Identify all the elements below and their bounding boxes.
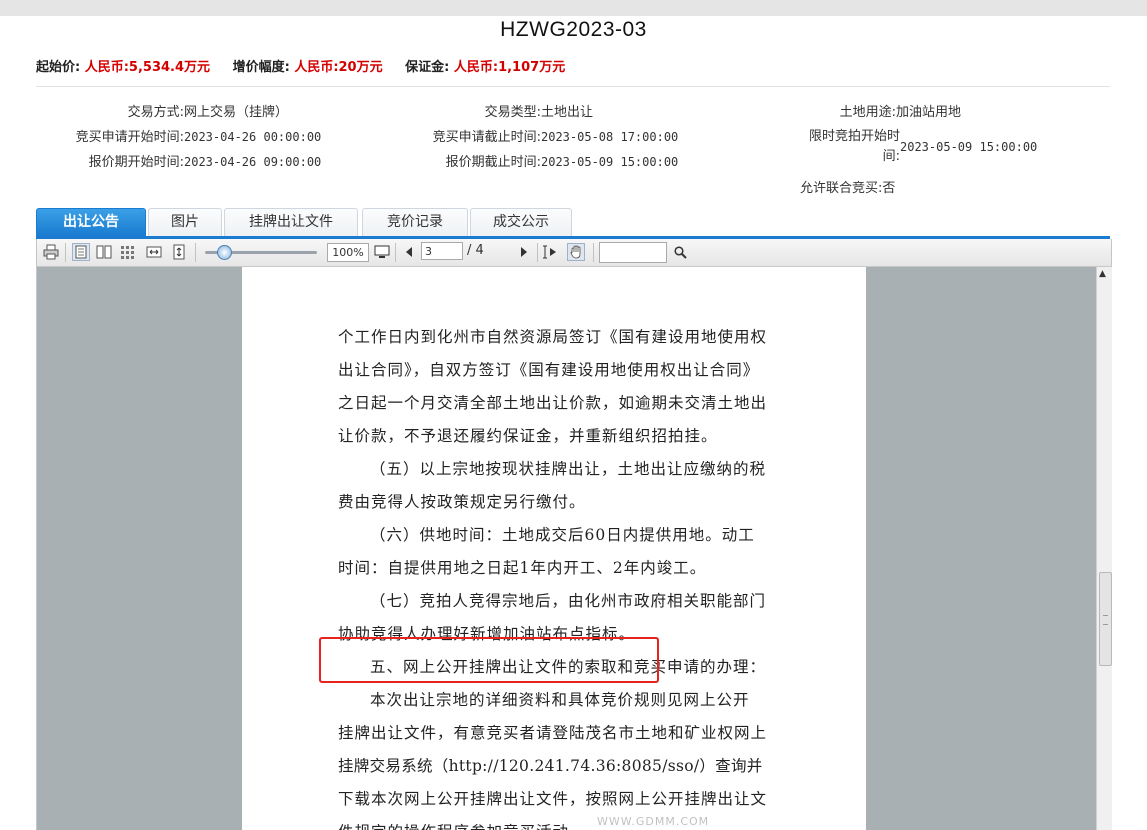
land-use: 土地用途:加油站用地 [750,101,961,120]
watermark: WWW.GDMM.COM [597,815,710,828]
zoom-slider-handle[interactable] [217,245,232,260]
scrollbar-thumb[interactable] [1099,572,1112,666]
trade-method-value: 网上交易（挂牌） [184,105,289,120]
fit-width-icon[interactable] [145,243,163,261]
doc-line: 个工作日内到化州市自然资源局签订《国有建设用地使用权 [338,328,768,346]
doc-line: 挂牌交易系统（http://120.241.74.36:8085/sso/）查询… [338,757,763,775]
pdf-viewer: 100% 3 / 4 个工作日内到化州市自然资源局签订《国有建设用地使用权 出让… [36,239,1112,830]
doc-line: 之日起一个月交清全部土地出让价款，如逾期未交清土地出 [338,394,768,412]
page-number-input[interactable]: 3 [421,242,463,260]
deposit-value: 人民币:1,107万元 [453,60,566,75]
highlight-box [319,637,659,683]
page-total: / 4 [467,243,484,258]
joint-bid: 允许联合竞买:否 [800,177,895,196]
zoom-level[interactable]: 100% [327,243,369,262]
text-select-icon[interactable] [542,243,560,261]
doc-line: 时间：自提供用地之日起1年内开工、2年内竣工。 [338,559,707,577]
start-price-label: 起始价: [36,60,81,75]
search-icon[interactable] [671,243,689,261]
trade-type: 交易类型:土地出让 [393,101,593,120]
scroll-up-icon[interactable]: ▲ [1099,269,1106,279]
document-area[interactable]: 个工作日内到化州市自然资源局签订《国有建设用地使用权 出让合同》，自双方签订《国… [37,267,1096,830]
apply-end: 竞买申请截止时间:2023-05-08 17:00:00 [393,126,679,145]
fit-height-icon[interactable] [170,243,188,261]
doc-line: 本次出让宗地的详细资料和具体竞价规则见网上公开 [370,691,750,709]
next-page-icon[interactable] [515,243,533,261]
apply-end-label: 竞买申请截止时间: [432,130,541,145]
auction-start: 限时竞拍开始时 间: 2023-05-09 15:00:00 [800,127,1037,167]
divider [36,86,1110,87]
quote-end-value: 2023-05-09 15:00:00 [541,155,679,169]
apply-end-value: 2023-05-08 17:00:00 [541,130,679,144]
quote-end: 报价期截止时间:2023-05-09 15:00:00 [393,151,679,170]
thumbnail-grid-icon[interactable] [119,243,137,261]
auction-start-label-line1: 限时竞拍开始时 [808,129,900,144]
joint-bid-value: 否 [882,181,896,196]
trade-type-value: 土地出让 [541,105,594,120]
apply-start-value: 2023-04-26 00:00:00 [184,130,322,144]
doc-line: （六）供地时间：土地成交后60日内提供用地。动工 [370,526,755,544]
apply-start-label: 竞买申请开始时间: [75,130,184,145]
quote-end-label: 报价期截止时间: [445,155,541,170]
doc-line: 出让合同》，自双方签订《国有建设用地使用权出让合同》 [338,361,760,379]
doc-line: 让价款，不予退还履约保证金，并重新组织招拍挂。 [338,427,718,445]
increment-label: 增价幅度: [232,60,290,75]
tab-images[interactable]: 图片 [148,208,222,236]
auction-start-value: 2023-05-09 15:00:00 [900,140,1038,154]
land-use-label: 土地用途: [839,105,896,120]
tab-bid-records[interactable]: 竞价记录 [362,208,468,236]
doc-line: 费由竞得人按政策规定另行缴付。 [338,493,586,511]
toolbar-separator [395,243,396,262]
quote-start-label: 报价期开始时间: [88,155,184,170]
viewer-toolbar: 100% 3 / 4 [37,239,1111,267]
toolbar-separator [195,243,196,262]
document-page: 个工作日内到化州市自然资源局签订《国有建设用地使用权 出让合同》，自双方签订《国… [242,267,866,830]
apply-start: 竞买申请开始时间:2023-04-26 00:00:00 [36,126,322,145]
page-title: HZWG2023-03 [500,18,647,41]
prev-page-icon[interactable] [400,243,418,261]
grip-icon [1103,615,1108,625]
doc-line: 件规定的操作程序参加竞买活动。 [338,820,586,830]
price-summary: 起始价: 人民币:5,534.4万元 增价幅度: 人民币:20万元 保证金: 人… [36,56,583,75]
tab-listing-documents[interactable]: 挂牌出让文件 [224,208,358,236]
trade-method: 交易方式:网上交易（挂牌） [36,101,288,120]
fullscreen-icon[interactable] [373,243,391,261]
trade-type-label: 交易类型: [484,105,541,120]
trade-method-label: 交易方式: [127,105,184,120]
toolbar-separator [537,243,538,262]
doc-line: （五）以上宗地按现状挂牌出让，土地出让应缴纳的税 [370,460,767,478]
quote-start-value: 2023-04-26 09:00:00 [184,155,322,169]
hand-tool-icon[interactable] [567,243,585,261]
doc-line: 下载本次网上公开挂牌出让文件，按照网上公开挂牌出让文 [338,790,768,808]
toolbar-separator [65,243,66,262]
land-use-value: 加油站用地 [896,105,962,120]
doc-line: 挂牌出让文件，有意竞买者请登陆茂名市土地和矿业权网上 [338,724,768,742]
quote-start: 报价期开始时间:2023-04-26 09:00:00 [36,151,322,170]
increment-value: 人民币:20万元 [294,60,383,75]
tab-announcement[interactable]: 出让公告 [36,208,146,236]
joint-bid-label: 允许联合竞买: [800,181,883,196]
vertical-scrollbar[interactable]: ▲ [1096,267,1112,830]
doc-line: （七）竞拍人竞得宗地后，由化州市政府相关职能部门 [370,592,767,610]
print-icon[interactable] [42,243,60,261]
auction-start-label-line2: 间: [882,149,900,164]
two-page-icon[interactable] [95,243,113,261]
deposit-label: 保证金: [405,60,450,75]
start-price-value: 人民币:5,534.4万元 [84,60,211,75]
top-bar [0,0,1147,16]
tab-deal-publicity[interactable]: 成交公示 [470,208,572,236]
single-page-icon[interactable] [72,243,90,261]
toolbar-separator [593,243,594,262]
search-input[interactable] [599,242,667,263]
